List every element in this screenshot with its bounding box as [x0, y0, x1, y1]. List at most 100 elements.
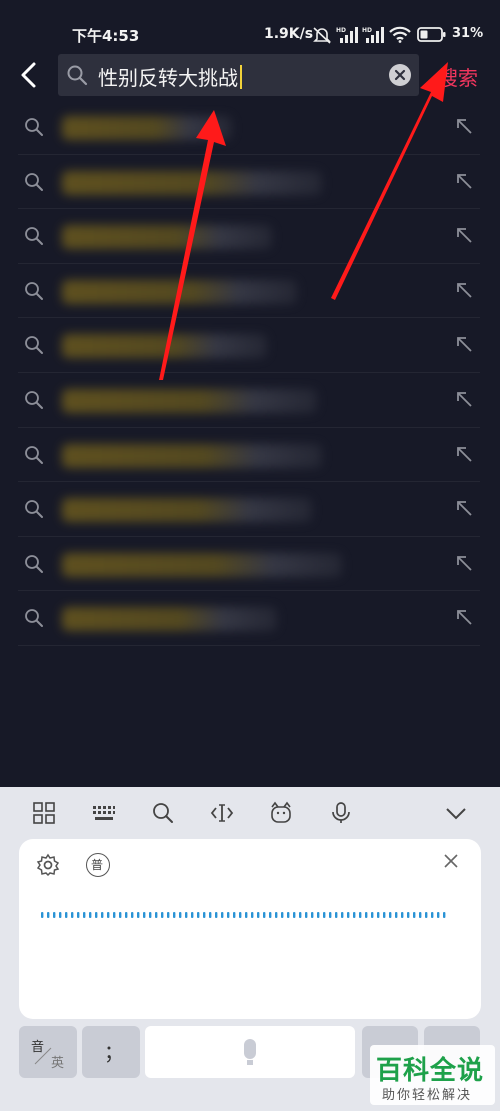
suggestion-row[interactable]: [18, 373, 480, 428]
search-icon: [25, 172, 43, 191]
waveform-dot: [179, 912, 182, 918]
search-icon: [25, 500, 43, 519]
fill-query-arrow-icon[interactable]: [454, 444, 474, 464]
suggestion-row[interactable]: [18, 100, 480, 155]
suggestion-row[interactable]: [18, 264, 480, 319]
waveform-dot: [335, 912, 338, 918]
search-query-text[interactable]: 性别反转大挑战: [98, 62, 242, 91]
waveform-dot: [425, 912, 428, 918]
status-time: 下午4:53: [72, 27, 140, 45]
waveform-dot: [149, 912, 152, 918]
clear-input-button[interactable]: [389, 64, 411, 86]
waveform-dot: [221, 912, 224, 918]
search-query-value: 性别反转大挑战: [98, 66, 238, 90]
waveform-dot: [389, 912, 392, 918]
waveform-dot: [89, 912, 92, 918]
waveform-dot: [41, 912, 44, 918]
waveform-dot: [83, 912, 86, 918]
search-button[interactable]: 搜索: [438, 62, 478, 91]
suggestion-row[interactable]: [18, 155, 480, 210]
fill-query-arrow-icon[interactable]: [454, 334, 474, 354]
close-icon[interactable]: [442, 852, 460, 870]
fill-query-arrow-icon[interactable]: [454, 553, 474, 573]
watermark-subtitle: 助你轻松解决: [382, 1088, 473, 1103]
suggestion-row[interactable]: [18, 482, 480, 537]
waveform-dot: [233, 912, 236, 918]
waveform-dot: [125, 912, 128, 918]
waveform-dot: [185, 912, 188, 918]
grid-apps-icon[interactable]: [32, 801, 56, 825]
blurred-suggestion-text: [62, 170, 322, 195]
waveform-dot: [239, 912, 242, 918]
fill-query-arrow-icon[interactable]: [454, 389, 474, 409]
waveform-dot: [359, 912, 362, 918]
suggestion-row[interactable]: [18, 591, 480, 646]
suggestion-row[interactable]: [18, 428, 480, 483]
collapse-keyboard-chevron-icon[interactable]: [444, 801, 468, 825]
cat-sticker-icon[interactable]: [269, 801, 293, 825]
waveform-dot: [413, 912, 416, 918]
suggestion-row[interactable]: [18, 318, 480, 373]
blurred-suggestion-text: [62, 498, 312, 523]
blurred-suggestion-text: [62, 552, 342, 577]
cursor-move-icon[interactable]: [210, 801, 234, 825]
fill-query-arrow-icon[interactable]: [454, 225, 474, 245]
waveform-dot: [167, 912, 170, 918]
search-icon: [25, 118, 43, 136]
waveform-dot: [137, 912, 140, 918]
signal-hd-icon-1: HD: [336, 27, 358, 43]
waveform-dot: [101, 912, 104, 918]
blurred-suggestion-text: [62, 225, 272, 250]
fill-query-arrow-icon[interactable]: [454, 116, 474, 136]
fill-query-arrow-icon[interactable]: [454, 607, 474, 627]
gear-icon[interactable]: [36, 853, 60, 877]
text-caret: [240, 65, 242, 89]
waveform-dot: [143, 912, 146, 918]
slash-divider: [34, 1047, 52, 1065]
back-arrow-icon[interactable]: [16, 60, 42, 90]
waveform-dot: [203, 912, 206, 918]
punctuation-key-label: ；: [104, 1040, 124, 1064]
waveform-dot: [347, 912, 350, 918]
mandarin-mode-badge[interactable]: 普: [86, 853, 110, 877]
waveform-dot: [227, 912, 230, 918]
waveform-dot: [407, 912, 410, 918]
waveform-dot: [269, 912, 272, 918]
waveform-dot: [431, 912, 434, 918]
mute-icon: [313, 27, 331, 44]
blurred-suggestion-text: [62, 388, 317, 413]
blurred-suggestion-text: [62, 334, 267, 359]
microphone-icon[interactable]: [329, 801, 353, 825]
waveform-dot: [47, 912, 50, 918]
voice-waveform: [41, 912, 446, 918]
waveform-dot: [323, 912, 326, 918]
waveform-dot: [365, 912, 368, 918]
blurred-suggestion-text: [62, 116, 232, 140]
fill-query-arrow-icon[interactable]: [454, 171, 474, 191]
waveform-dot: [155, 912, 158, 918]
waveform-dot: [377, 912, 380, 918]
fill-query-arrow-icon[interactable]: [454, 498, 474, 518]
waveform-dot: [401, 912, 404, 918]
keyboard-layout-icon[interactable]: [92, 801, 116, 825]
waveform-dot: [293, 912, 296, 918]
waveform-dot: [437, 912, 440, 918]
wifi-icon: [389, 26, 411, 43]
search-icon: [25, 554, 43, 573]
suggestion-row[interactable]: [18, 209, 480, 264]
suggestion-row[interactable]: [18, 537, 480, 592]
signal-hd-icon-2: HD: [362, 27, 384, 43]
fill-query-arrow-icon[interactable]: [454, 280, 474, 300]
blurred-suggestion-text: [62, 443, 322, 468]
watermark-title: 百科全说: [376, 1056, 485, 1086]
search-icon: [67, 65, 88, 86]
search-icon: [25, 227, 43, 246]
svg-text:HD: HD: [336, 27, 346, 34]
search-icon[interactable]: [151, 801, 175, 825]
waveform-dot: [317, 912, 320, 918]
waveform-dot: [287, 912, 290, 918]
waveform-dot: [281, 912, 284, 918]
waveform-dot: [383, 912, 386, 918]
waveform-dot: [275, 912, 278, 918]
battery-icon: [417, 27, 446, 42]
